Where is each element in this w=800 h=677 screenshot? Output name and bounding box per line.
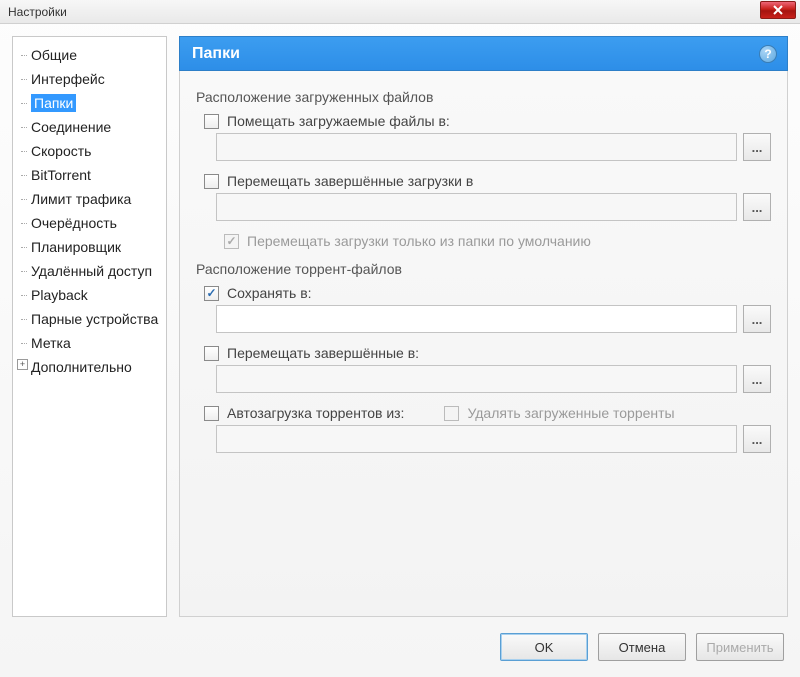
sidebar-item-interface[interactable]: Интерфейс bbox=[17, 67, 162, 91]
checkbox-move-only-default bbox=[224, 234, 239, 249]
input-put-downloads-path[interactable] bbox=[216, 133, 737, 161]
help-icon[interactable]: ? bbox=[759, 45, 777, 63]
panel-title: Папки bbox=[192, 45, 240, 63]
label-move-completed: Перемещать завершённые загрузки в bbox=[227, 173, 473, 189]
window-title: Настройки bbox=[4, 5, 67, 19]
dialog-footer: OK Отмена Применить bbox=[0, 621, 800, 677]
browse-autoload-button[interactable]: ... bbox=[743, 425, 771, 453]
sidebar-item-scheduler[interactable]: Планировщик bbox=[17, 235, 162, 259]
apply-button[interactable]: Применить bbox=[696, 633, 784, 661]
input-save-torrents-path[interactable] bbox=[216, 305, 737, 333]
checkbox-move-completed[interactable] bbox=[204, 174, 219, 189]
checkbox-put-downloads-in[interactable] bbox=[204, 114, 219, 129]
settings-panel: Папки ? Расположение загруженных файлов … bbox=[179, 36, 788, 617]
label-move-completed-torrents: Перемещать завершённые в: bbox=[227, 345, 419, 361]
sidebar-item-playback[interactable]: Playback bbox=[17, 283, 162, 307]
sidebar-item-queue[interactable]: Очерёдность bbox=[17, 211, 162, 235]
browse-put-downloads-button[interactable]: ... bbox=[743, 133, 771, 161]
ok-button[interactable]: OK bbox=[500, 633, 588, 661]
checkbox-autoload-torrents[interactable] bbox=[204, 406, 219, 421]
sidebar-item-speed[interactable]: Скорость bbox=[17, 139, 162, 163]
sidebar-item-advanced[interactable]: + Дополнительно bbox=[17, 355, 162, 379]
sidebar-item-label[interactable]: Метка bbox=[17, 331, 162, 355]
plus-icon[interactable]: + bbox=[17, 359, 28, 370]
browse-move-completed-button[interactable]: ... bbox=[743, 193, 771, 221]
panel-header: Папки ? bbox=[179, 36, 788, 71]
settings-window: Настройки Общие Интерфейс Папки Соединен… bbox=[0, 0, 800, 677]
close-icon bbox=[772, 5, 784, 15]
cancel-button[interactable]: Отмена bbox=[598, 633, 686, 661]
sidebar-item-remote[interactable]: Удалённый доступ bbox=[17, 259, 162, 283]
input-move-completed-path[interactable] bbox=[216, 193, 737, 221]
input-autoload-path[interactable] bbox=[216, 425, 737, 453]
label-autoload-torrents: Автозагрузка торрентов из: bbox=[227, 405, 404, 421]
sidebar-item-folders[interactable]: Папки bbox=[17, 91, 162, 115]
input-move-completed-torrents-path[interactable] bbox=[216, 365, 737, 393]
sidebar-item-general[interactable]: Общие bbox=[17, 43, 162, 67]
checkbox-save-torrents-in[interactable] bbox=[204, 286, 219, 301]
category-sidebar: Общие Интерфейс Папки Соединение Скорост… bbox=[12, 36, 167, 617]
label-save-torrents-in: Сохранять в: bbox=[227, 285, 312, 301]
label-move-only-default: Перемещать загрузки только из папки по у… bbox=[247, 233, 591, 249]
sidebar-item-bittorrent[interactable]: BitTorrent bbox=[17, 163, 162, 187]
panel-body: Расположение загруженных файлов Помещать… bbox=[179, 71, 788, 617]
close-button[interactable] bbox=[760, 1, 796, 19]
checkbox-delete-loaded-torrents bbox=[444, 406, 459, 421]
sidebar-item-traffic-limit[interactable]: Лимит трафика bbox=[17, 187, 162, 211]
checkbox-move-completed-torrents[interactable] bbox=[204, 346, 219, 361]
section-downloaded-files-title: Расположение загруженных файлов bbox=[196, 89, 771, 105]
browse-move-completed-torrents-button[interactable]: ... bbox=[743, 365, 771, 393]
browse-save-torrents-button[interactable]: ... bbox=[743, 305, 771, 333]
titlebar: Настройки bbox=[0, 0, 800, 24]
label-delete-loaded-torrents: Удалять загруженные торренты bbox=[467, 405, 674, 421]
section-torrent-files-title: Расположение торрент-файлов bbox=[196, 261, 771, 277]
sidebar-item-connection[interactable]: Соединение bbox=[17, 115, 162, 139]
label-put-downloads-in: Помещать загружаемые файлы в: bbox=[227, 113, 450, 129]
sidebar-item-paired-devices[interactable]: Парные устройства bbox=[17, 307, 162, 331]
